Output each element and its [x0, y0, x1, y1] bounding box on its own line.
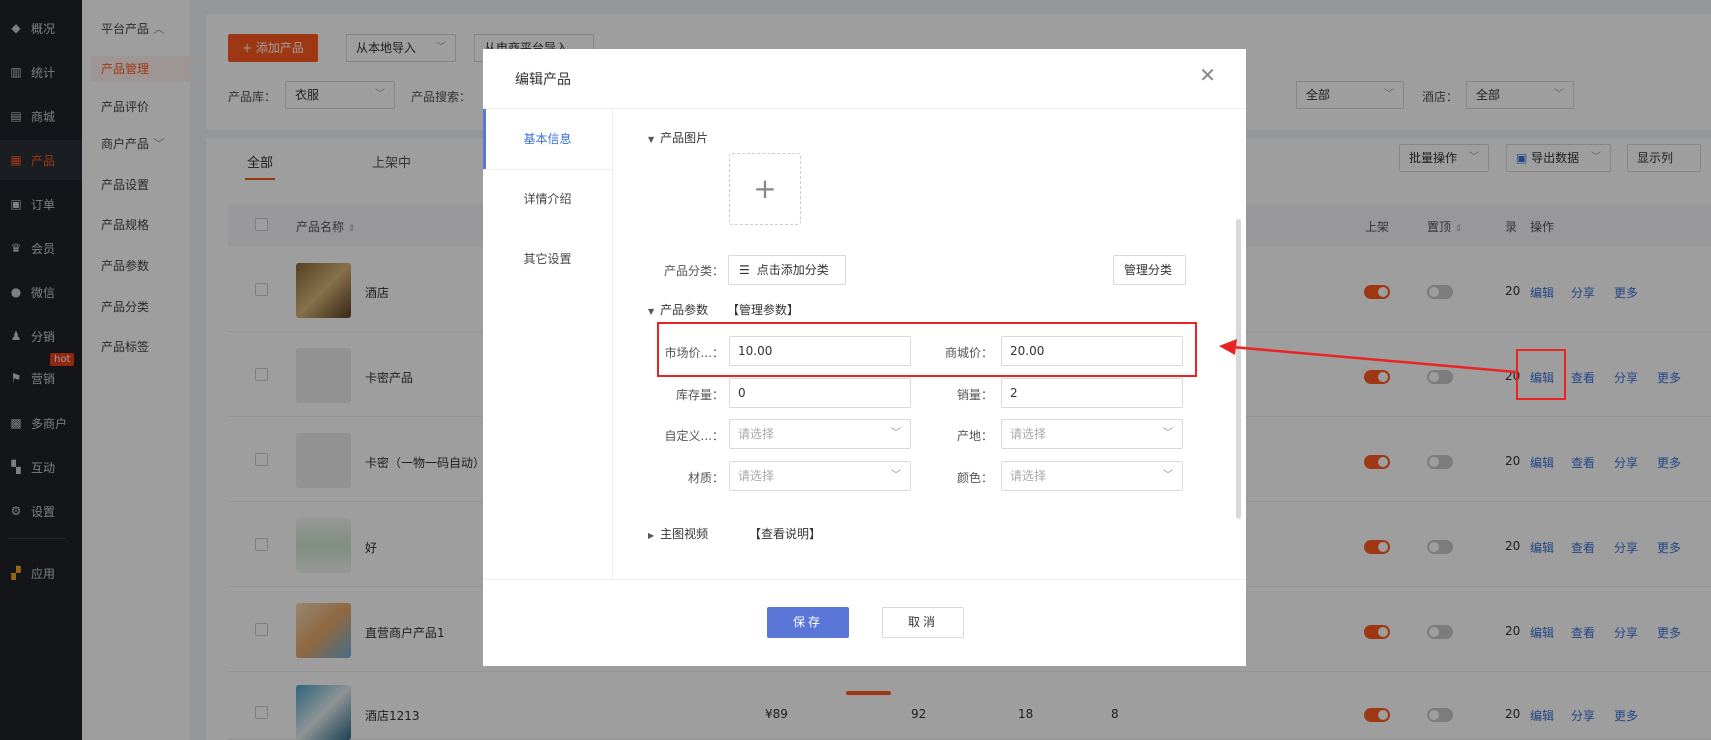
- annotation-arrow: [1219, 339, 1517, 374]
